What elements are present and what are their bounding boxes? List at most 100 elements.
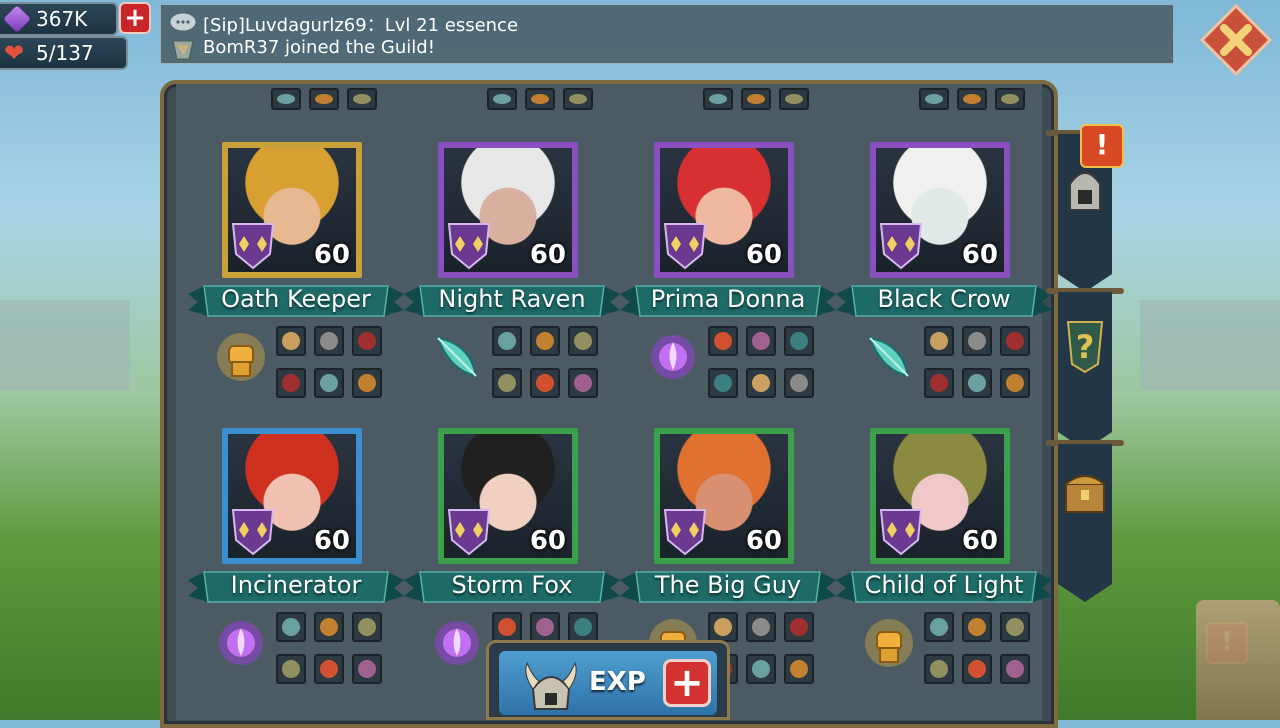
name-banner-text: Incinerator [188,566,404,606]
gear-slot-icon[interactable] [276,368,306,398]
gear-slot-icon[interactable] [352,368,382,398]
tab-help[interactable]: ? [1058,292,1112,450]
gear-slot-icon[interactable] [568,612,598,642]
hero-grid[interactable]: 60 Oath Keeper 60 Night Raven 60 Prima D… [176,84,1052,720]
gear-slot-icon[interactable] [779,88,809,110]
hero-card[interactable]: 60 Oath Keeper [188,142,404,412]
gear-slot-icon[interactable] [530,368,560,398]
gear-slot-icon[interactable] [703,88,733,110]
gear-slot-icon[interactable] [492,326,522,356]
gear-item-icon [358,618,376,636]
hero-level: 60 [313,526,350,556]
gear-slot-icon[interactable] [487,88,517,110]
gear-slot-icon[interactable] [919,88,949,110]
hero-card[interactable]: 60 Incinerator [188,428,404,698]
gear-item-icon [930,660,948,678]
hero-name: Storm Fox [451,571,573,599]
gear-slot-icon[interactable] [530,612,560,642]
gear-item-icon [1006,660,1024,678]
gear-slot-icon[interactable] [962,654,992,684]
gear-slot-icon[interactable] [352,612,382,642]
gear-slot-icon[interactable] [708,612,738,642]
hero-card[interactable]: 60 Black Crow [836,142,1052,412]
gear-slot-icon[interactable] [492,612,522,642]
alert-icon[interactable]: ! [1080,124,1124,168]
name-banner-text: Storm Fox [404,566,620,606]
gear-slot-icon[interactable] [962,612,992,642]
gear-slot-icon[interactable] [746,612,776,642]
gear-item-icon [968,618,986,636]
gear-slot-icon[interactable] [314,326,344,356]
gear-item-icon [1001,94,1019,104]
gear-slot-icon[interactable] [746,654,776,684]
hero-portrait[interactable]: 60 [222,428,362,564]
hero-list-panel[interactable]: 60 Oath Keeper 60 Night Raven 60 Prima D… [160,80,1058,728]
gear-item-icon [714,332,732,350]
gear-slot-icon[interactable] [962,326,992,356]
name-banner-text: Night Raven [404,280,620,320]
gear-slot-icon[interactable] [924,654,954,684]
hero-name: The Big Guy [654,571,802,599]
gear-slot-icon[interactable] [746,326,776,356]
gear-slot-icon[interactable] [1000,654,1030,684]
gear-slot-icon[interactable] [563,88,593,110]
rank-shield-icon [231,509,275,556]
hero-portrait[interactable]: 60 [870,142,1010,278]
gear-slot-icon[interactable] [784,326,814,356]
add-gems-button[interactable]: + [119,2,151,34]
hero-card[interactable]: 60 Prima Donna [620,142,836,412]
hero-portrait[interactable]: 60 [870,428,1010,564]
hero-portrait[interactable]: 60 [654,142,794,278]
hero-card[interactable]: 60 Night Raven [404,142,620,412]
gear-slot-icon[interactable] [784,368,814,398]
gear-slot-icon[interactable] [276,326,306,356]
gear-slot-icon[interactable] [1000,612,1030,642]
gear-item-icon [320,618,338,636]
gear-slot-icon[interactable] [568,326,598,356]
gear-slot-icon[interactable] [309,88,339,110]
exp-button[interactable]: EXP + [486,640,730,720]
hero-portrait[interactable]: 60 [438,428,578,564]
gear-slot-icon[interactable] [1000,368,1030,398]
gear-slot-icon[interactable] [314,654,344,684]
gear-slot-icon[interactable] [492,368,522,398]
gear-item-icon [968,374,986,392]
hero-portrait[interactable]: 60 [654,428,794,564]
gear-slot-icon[interactable] [924,612,954,642]
gear-slot-icon[interactable] [347,88,377,110]
gear-slot-icon[interactable] [708,368,738,398]
gear-slot-icon[interactable] [530,326,560,356]
hero-portrait[interactable]: 60 [438,142,578,278]
gear-slot-icon[interactable] [708,326,738,356]
gear-slot-icon[interactable] [784,612,814,642]
gear-slot-icon[interactable] [352,326,382,356]
gear-slot-icon[interactable] [568,368,598,398]
hero-card[interactable]: 60 Child of Light [836,428,1052,698]
gear-slot-icon[interactable] [924,326,954,356]
gear-slot-icon[interactable] [784,654,814,684]
gear-slot-icon[interactable] [962,368,992,398]
close-button[interactable] [1199,3,1273,77]
castle-tower-icon[interactable] [1196,600,1280,720]
gear-slot-icon[interactable] [271,88,301,110]
name-banner-text: Child of Light [836,566,1052,606]
gear-slot-icon[interactable] [741,88,771,110]
gear-slot-icon[interactable] [276,612,306,642]
gear-slot-icon[interactable] [525,88,555,110]
gear-slot-icon[interactable] [352,654,382,684]
gear-slot-icon[interactable] [314,612,344,642]
gear-slot-icon[interactable] [1000,326,1030,356]
gear-slot-icon[interactable] [314,368,344,398]
name-banner-text: Prima Donna [620,280,836,320]
magic-orb-icon [430,616,484,670]
hero-portrait[interactable]: 60 [222,142,362,278]
gear-item-icon [1006,332,1024,350]
gear-slot-icon[interactable] [276,654,306,684]
gear-slot-icon[interactable] [746,368,776,398]
chat-ticker[interactable]: [Sip]Luvdagurlz69：Lvl 21 essence BomR37 … [160,4,1174,64]
gear-slot-icon[interactable] [957,88,987,110]
tab-chest[interactable] [1058,444,1112,602]
gear-slot-icon[interactable] [924,368,954,398]
gear-slot-icon[interactable] [995,88,1025,110]
gear-item-icon [968,332,986,350]
